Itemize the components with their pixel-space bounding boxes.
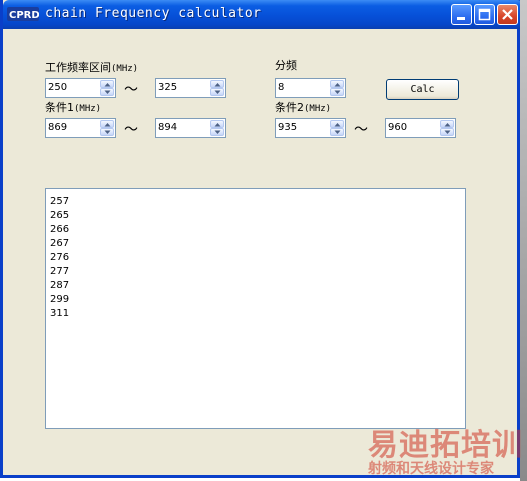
range-tilde: ～ (124, 82, 138, 98)
spin-up-icon[interactable] (330, 120, 344, 128)
minimize-icon (457, 17, 465, 20)
cond2-max-spinner[interactable]: 960 (385, 118, 456, 138)
cond1-label: 条件1(MHz) (45, 99, 101, 115)
freq-range-label: 工作频率区间(MHz) (45, 59, 138, 75)
freq-range-unit: (MHz) (111, 64, 139, 74)
svg-text:CPRD: CPRD (9, 10, 39, 21)
freq-max-value: 325 (158, 82, 178, 93)
spin-down-icon[interactable] (210, 128, 224, 136)
client-area: 工作频率区间(MHz) 分频 250 ～ 325 8 Calc 条件1(MHz)… (6, 29, 520, 475)
freq-range-label-text: 工作频率区间 (45, 61, 111, 74)
close-button[interactable] (497, 4, 518, 25)
close-icon (502, 9, 513, 20)
spin-down-icon[interactable] (210, 88, 224, 96)
divider-label: 分频 (275, 59, 297, 72)
cond1-max-value: 894 (158, 122, 178, 133)
spin-up-icon[interactable] (330, 80, 344, 88)
spin-down-icon[interactable] (330, 128, 344, 136)
app-logo-icon: CPRD (7, 6, 40, 22)
spin-down-icon[interactable] (100, 128, 114, 136)
freq-min-value: 250 (48, 82, 68, 93)
list-item: 277 (50, 266, 70, 277)
range-tilde: ～ (354, 122, 368, 138)
cond1-min-value: 869 (48, 122, 68, 133)
cond2-label-text: 条件2 (275, 101, 304, 114)
cond2-max-value: 960 (388, 122, 408, 133)
maximize-button[interactable] (474, 4, 495, 25)
window-title: chain Frequency calculator (45, 6, 262, 21)
list-item: 276 (50, 252, 70, 263)
calc-button[interactable]: Calc (386, 79, 459, 100)
list-item: 299 (50, 294, 70, 305)
spin-down-icon[interactable] (100, 88, 114, 96)
list-item: 287 (50, 280, 70, 291)
cond2-min-value: 935 (278, 122, 298, 133)
freq-min-spinner[interactable]: 250 (45, 78, 116, 98)
list-item: 267 (50, 238, 70, 249)
cond1-unit: (MHz) (74, 104, 102, 114)
cond2-unit: (MHz) (304, 104, 332, 114)
spin-up-icon[interactable] (100, 80, 114, 88)
list-item: 311 (50, 308, 70, 319)
cond1-label-text: 条件1 (45, 101, 74, 114)
list-item: 266 (50, 224, 70, 235)
spin-down-icon[interactable] (330, 88, 344, 96)
cond1-max-spinner[interactable]: 894 (155, 118, 226, 138)
cond1-min-spinner[interactable]: 869 (45, 118, 116, 138)
app-window: CPRD chain Frequency calculator 工作频率区间(M… (0, 0, 523, 478)
spin-up-icon[interactable] (210, 80, 224, 88)
spin-up-icon[interactable] (100, 120, 114, 128)
divider-value: 8 (278, 82, 285, 93)
watermark: 易迪拓培训 射频和天线设计专家 (368, 420, 523, 478)
spin-up-icon[interactable] (210, 120, 224, 128)
minimize-button[interactable] (451, 4, 472, 25)
maximize-icon (478, 8, 491, 21)
spin-down-icon[interactable] (440, 128, 454, 136)
results-list[interactable]: 257 265 266 267 276 277 287 299 311 (45, 188, 466, 429)
spin-up-icon[interactable] (440, 120, 454, 128)
list-item: 257 (50, 196, 70, 207)
watermark-sub: 射频和天线设计专家 (368, 461, 494, 477)
cond2-label: 条件2(MHz) (275, 99, 331, 115)
desktop-edge (520, 0, 527, 481)
title-bar[interactable]: CPRD chain Frequency calculator (3, 0, 523, 29)
range-tilde: ～ (124, 122, 138, 138)
cond2-min-spinner[interactable]: 935 (275, 118, 346, 138)
freq-max-spinner[interactable]: 325 (155, 78, 226, 98)
list-item: 265 (50, 210, 70, 221)
divider-spinner[interactable]: 8 (275, 78, 346, 98)
